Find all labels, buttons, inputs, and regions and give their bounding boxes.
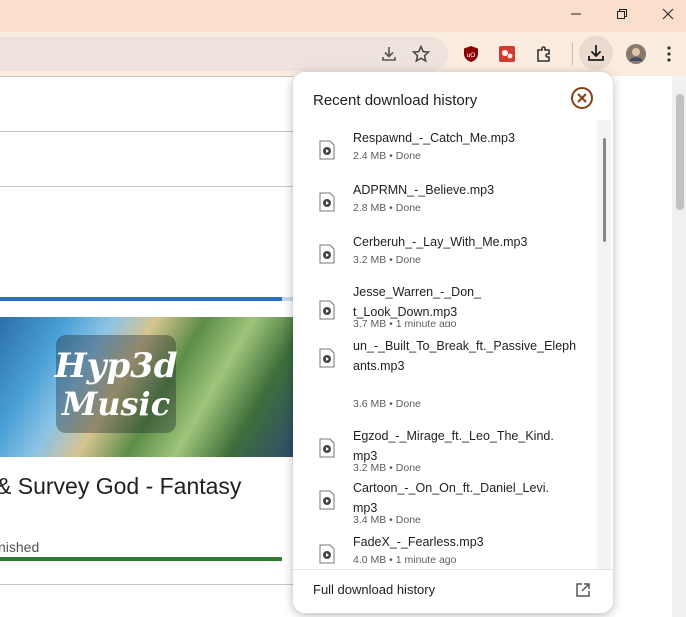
download-page-icon[interactable] — [373, 38, 405, 70]
svg-text:Hyp3d: Hyp3d — [53, 346, 177, 386]
extensions-puzzle-icon[interactable] — [528, 38, 560, 70]
divider — [0, 76, 294, 77]
window-titlebar — [0, 0, 686, 32]
download-filename: un_-_Built_To_Break_ft._Passive_Elephant… — [353, 339, 577, 373]
download-progress-bar — [0, 297, 282, 301]
extension-red-icon[interactable] — [491, 38, 523, 70]
download-item[interactable]: Egzod_-_Mirage_ft._Leo_The_Kind.mp3 3.2 … — [293, 426, 593, 474]
svg-text:uO: uO — [467, 52, 476, 59]
download-item[interactable]: Respawnd_-_Catch_Me.mp3 2.4 MB • Done — [293, 128, 593, 174]
download-item[interactable]: ADPRMN_-_Believe.mp3 2.8 MB • Done — [293, 180, 593, 226]
download-filename: Egzod_-_Mirage_ft._Leo_The_Kind.mp3 — [353, 429, 554, 463]
divider — [0, 131, 294, 132]
page-scrollbar-thumb[interactable] — [676, 94, 684, 210]
download-item[interactable]: un_-_Built_To_Break_ft._Passive_Elephant… — [293, 336, 593, 412]
downloads-bubble: Recent download history Respawnd_-_Catch… — [293, 72, 613, 613]
divider — [0, 186, 294, 187]
download-meta: 3.6 MB • Done — [353, 398, 421, 410]
download-filename: Respawnd_-_Catch_Me.mp3 — [353, 131, 515, 145]
download-filename: Cartoon_-_On_On_ft._Daniel_Levi.mp3 — [353, 481, 549, 515]
download-meta: 2.4 MB • Done — [353, 150, 421, 162]
download-item[interactable]: Jesse_Warren_-_Don_t_Look_Down.mp3 3.7 M… — [293, 282, 593, 334]
restore-icon[interactable] — [599, 0, 645, 28]
profile-avatar[interactable] — [620, 38, 652, 70]
audio-file-icon — [319, 244, 335, 264]
full-download-history-row[interactable]: Full download history — [293, 569, 613, 613]
download-meta: 2.8 MB • Done — [353, 202, 421, 214]
video-thumbnail[interactable]: Hyp3d Music — [0, 317, 294, 457]
close-bubble-button[interactable] — [570, 86, 594, 110]
downloads-icon — [588, 45, 604, 61]
download-meta: 3.4 MB • Done — [353, 515, 421, 523]
minimize-icon[interactable] — [553, 0, 599, 28]
download-item[interactable]: FadeX_-_Fearless.mp3 4.0 MB • 1 minute a… — [293, 532, 593, 568]
audio-file-icon — [319, 438, 335, 458]
download-filename: Jesse_Warren_-_Don_t_Look_Down.mp3 — [353, 285, 482, 319]
hyp3d-music-logo: Hyp3d Music — [53, 335, 178, 433]
video-title[interactable]: & Survey God - Fantasy — [0, 473, 241, 500]
audio-file-icon — [319, 192, 335, 212]
audio-file-icon — [319, 348, 335, 368]
audio-file-icon — [319, 140, 335, 160]
downloads-scrollbar-thumb[interactable] — [603, 138, 606, 242]
download-meta: 3.2 MB • Done — [353, 254, 421, 266]
downloads-list: Respawnd_-_Catch_Me.mp3 2.4 MB • Done AD… — [293, 122, 613, 568]
download-filename: FadeX_-_Fearless.mp3 — [353, 535, 484, 549]
downloads-title: Recent download history — [313, 92, 478, 109]
download-item[interactable]: Cartoon_-_On_On_ft._Daniel_Levi.mp3 3.4 … — [293, 478, 593, 526]
menu-kebab-icon[interactable] — [653, 38, 685, 70]
bookmark-star-icon[interactable] — [405, 38, 437, 70]
download-meta: 3.2 MB • Done — [353, 463, 421, 471]
download-filename: Cerberuh_-_Lay_With_Me.mp3 — [353, 235, 528, 249]
close-icon[interactable] — [645, 0, 686, 28]
download-item[interactable]: Cerberuh_-_Lay_With_Me.mp3 3.2 MB • Done — [293, 232, 593, 278]
full-download-history-link[interactable]: Full download history — [313, 582, 435, 597]
open-external-icon[interactable] — [575, 582, 591, 598]
toolbar-separator — [572, 43, 573, 65]
close-circle-icon — [571, 87, 593, 109]
audio-file-icon — [319, 490, 335, 510]
ublock-origin-icon[interactable]: uO — [455, 38, 487, 70]
divider — [0, 584, 294, 585]
svg-text:Music: Music — [61, 385, 170, 423]
download-meta: 4.0 MB • 1 minute ago — [353, 554, 457, 566]
download-meta: 3.7 MB • 1 minute ago — [353, 319, 457, 327]
audio-file-icon — [319, 300, 335, 320]
audio-file-icon — [319, 544, 335, 564]
status-text: nished — [0, 539, 40, 555]
download-filename: ADPRMN_-_Believe.mp3 — [353, 183, 495, 197]
downloads-button[interactable] — [579, 36, 613, 70]
completed-progress-bar — [0, 557, 282, 561]
